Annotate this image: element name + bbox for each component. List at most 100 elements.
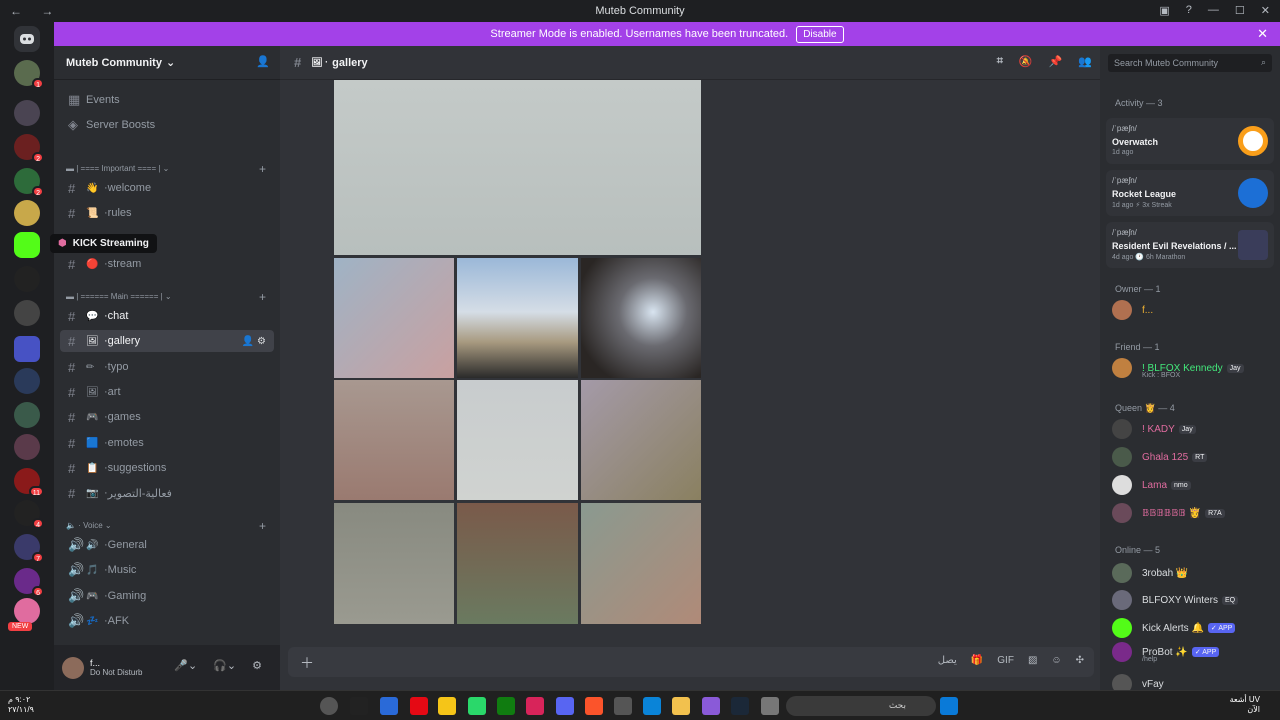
search-input[interactable]: Search Muteb Community ⌕ (1108, 54, 1272, 72)
gallery-image[interactable] (334, 380, 454, 500)
app-icon[interactable] (526, 697, 544, 715)
pin-icon[interactable]: 📌 (1049, 55, 1063, 68)
channel-photo-event[interactable]: # 📷 · فعالية-التصوير (60, 482, 274, 504)
channel-chat[interactable]: # 💬 · chat (60, 305, 274, 327)
apps-icon[interactable]: ✣ (1076, 655, 1084, 666)
category-voice[interactable]: 🔈 · Voice ⌄ + (66, 519, 266, 533)
gallery-image[interactable] (457, 258, 578, 378)
member-online[interactable]: ProBot ✨ ✓ APP/help (1112, 640, 1276, 664)
server-icon[interactable] (14, 434, 40, 460)
voice-channel-gaming[interactable]: 🔊 🎮 · Gaming (60, 585, 274, 607)
gallery-image[interactable] (581, 258, 701, 378)
disable-streamer-button[interactable]: Disable (796, 25, 844, 43)
gallery-image[interactable] (457, 503, 578, 624)
app-icon[interactable] (320, 697, 338, 715)
folder-icon[interactable] (14, 336, 40, 362)
maximize-button[interactable]: ☐ (1235, 4, 1245, 17)
clock[interactable]: ٩:٠٢ م ٢٧/١١/٩ (8, 695, 34, 715)
channel-suggestions[interactable]: # 📋 · suggestions (60, 457, 274, 479)
server-icon[interactable] (14, 402, 40, 428)
member-online[interactable]: BLFOXY Winters EQ (1112, 588, 1276, 612)
invite-people-icon[interactable]: 👤 (256, 55, 270, 68)
channel-typo[interactable]: # ✏ · typo (60, 356, 274, 378)
member-queen[interactable]: ! KADY Jay (1112, 417, 1276, 441)
server-icon[interactable]: 6 (14, 568, 44, 597)
voice-channel-general[interactable]: 🔊 🔊 · General (60, 534, 274, 556)
mute-icon[interactable]: 🔕 (1019, 55, 1033, 68)
server-header[interactable]: Muteb Community ⌄ 👤 (54, 46, 280, 80)
app-icon[interactable] (468, 697, 486, 715)
store-icon[interactable] (614, 697, 632, 715)
server-icon[interactable] (14, 300, 40, 326)
channel-welcome[interactable]: # 👋 · welcome (60, 177, 274, 199)
inbox-icon[interactable]: ▣ (1159, 4, 1169, 17)
weather-tray[interactable]: أشعة UV الآن (1230, 695, 1260, 715)
discord-icon[interactable] (556, 697, 574, 715)
channel-rules[interactable]: # 📜 · rules (60, 202, 274, 224)
voice-channel-afk[interactable]: 🔊 💤 · AFK (60, 610, 274, 632)
gallery-image[interactable] (581, 503, 701, 624)
gallery-image[interactable] (457, 380, 578, 500)
member-friend[interactable]: ! BLFOX Kennedy Jay Kick : BFOX (1112, 356, 1276, 380)
member-queen[interactable]: Lama nmo (1112, 473, 1276, 497)
server-icon[interactable]: 11 (14, 468, 44, 497)
server-icon[interactable] (14, 200, 40, 226)
server-icon[interactable]: 7 (14, 534, 44, 563)
server-icon[interactable] (14, 368, 40, 394)
threads-icon[interactable]: ⌗ (997, 55, 1003, 68)
members-icon[interactable]: 👥 (1078, 55, 1092, 68)
app-icon[interactable] (438, 697, 456, 715)
gif-icon[interactable]: GIF (997, 655, 1014, 666)
gallery-image[interactable] (334, 258, 454, 378)
sidebar-item-boosts[interactable]: ◈ Server Boosts (60, 114, 274, 136)
add-channel-icon[interactable]: + (259, 290, 266, 304)
gear-icon[interactable]: ⚙ (252, 659, 262, 672)
window-controls[interactable]: ▣ ? — ☐ ✕ (1159, 4, 1270, 17)
server-icon[interactable] (14, 266, 40, 292)
edge-icon[interactable] (643, 697, 661, 715)
attach-plus-icon[interactable]: ＋ (300, 653, 314, 673)
microphone-icon[interactable]: 🎤⌄ (174, 659, 197, 672)
member-online[interactable]: 3robah 👑 (1112, 561, 1276, 585)
channel-stream[interactable]: # 🔴 · stream (60, 253, 274, 275)
app-icon[interactable] (702, 697, 720, 715)
sticker-icon[interactable]: ▨ (1028, 655, 1037, 666)
member-queen[interactable]: Ghala 125 RT (1112, 445, 1276, 469)
gallery-image[interactable] (581, 380, 701, 500)
gift-icon[interactable]: 🎁 (971, 655, 983, 666)
server-icon[interactable]: 2 (14, 134, 44, 163)
server-icon[interactable]: 1 (14, 60, 44, 89)
category-main[interactable]: ▬ | ====== Main ====== | ⌄ + (66, 290, 266, 304)
gallery-image[interactable] (334, 80, 701, 255)
close-banner-icon[interactable]: ✕ (1257, 26, 1268, 42)
server-icon[interactable] (14, 598, 40, 624)
activity-card[interactable]: /ˈpæʃn/Resident Evil Revelations / ... 4d… (1106, 222, 1274, 268)
voice-channel-music[interactable]: 🔊 🎵 · Music (60, 559, 274, 581)
brave-icon[interactable] (585, 697, 603, 715)
member-online[interactable]: Kick Alerts 🔔 ✓ APP (1112, 616, 1276, 640)
server-icon[interactable] (14, 100, 40, 126)
app-icon[interactable] (761, 697, 779, 715)
channel-emotes[interactable]: # 🟦 · emotes (60, 432, 274, 454)
xbox-icon[interactable] (497, 697, 515, 715)
folder-icon[interactable] (672, 697, 690, 715)
app-icon[interactable] (350, 697, 368, 715)
category-important[interactable]: ▬ | ==== Important ==== | ⌄ + (66, 162, 266, 176)
windows-start-icon[interactable] (940, 697, 958, 715)
channel-art[interactable]: # 🖼 · art (60, 381, 274, 403)
minimize-button[interactable]: — (1208, 4, 1219, 17)
message-composer[interactable]: ＋ يصل 🎁 GIF ▨ ☺ ✣ (288, 647, 1094, 677)
app-icon[interactable] (380, 697, 398, 715)
member-queen[interactable]: 𝔹𝔹𝔹𝔹𝔹𝔹 👸 R7A (1112, 501, 1276, 525)
steam-icon[interactable] (731, 697, 749, 715)
channel-settings-icons[interactable]: 👤 ⚙ (242, 336, 266, 347)
headphones-icon[interactable]: 🎧⌄ (213, 659, 236, 672)
sidebar-item-events[interactable]: ▦ Events (60, 89, 274, 111)
taskbar-search[interactable]: بحث (786, 696, 936, 716)
member-owner[interactable]: f... (1112, 298, 1276, 322)
activity-card[interactable]: /ˈpæʃn/Rocket League 1d ago ⚡ 3x Streak (1106, 170, 1274, 216)
discord-home-icon[interactable] (14, 26, 40, 52)
help-icon[interactable]: ? (1186, 4, 1192, 17)
close-button[interactable]: ✕ (1261, 4, 1270, 17)
emoji-text[interactable]: يصل (938, 655, 957, 666)
